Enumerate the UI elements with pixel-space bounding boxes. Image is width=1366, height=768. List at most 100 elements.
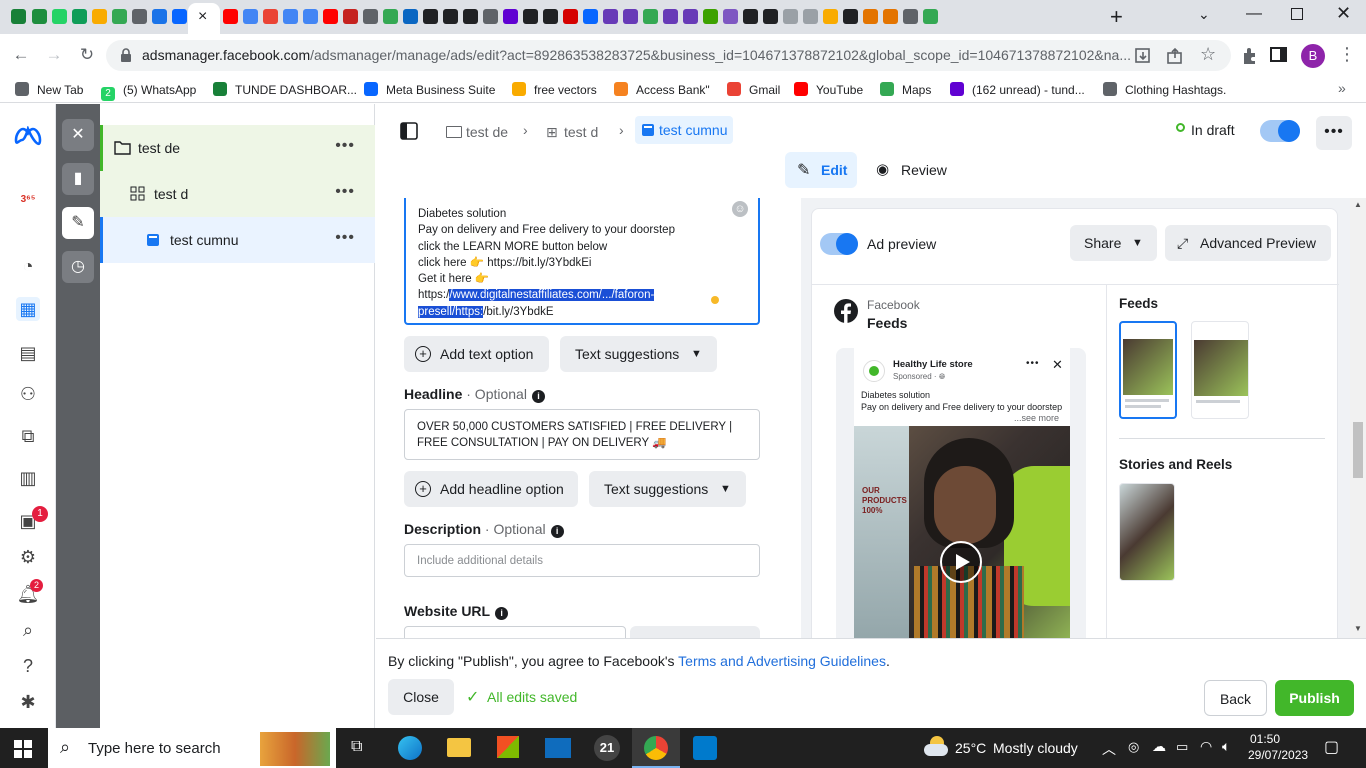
- tab-favicon[interactable]: [823, 9, 838, 24]
- search-icon[interactable]: ⌕: [16, 618, 40, 642]
- bookmark-item[interactable]: free vectors: [512, 82, 597, 98]
- preview-scrollbar[interactable]: ▲ ▼: [1350, 198, 1366, 638]
- text-suggestions-button[interactable]: Text suggestions ▼: [560, 336, 717, 372]
- feeds-thumbnail-1[interactable]: [1119, 321, 1177, 419]
- tab-edit[interactable]: ✎ Edit: [785, 152, 857, 188]
- bookmark-item[interactable]: Gmail: [727, 82, 780, 98]
- tab-favicon[interactable]: [903, 9, 918, 24]
- tab-favicon[interactable]: [683, 9, 698, 24]
- bookmark-item[interactable]: (162 unread) - tund...: [950, 82, 1085, 98]
- tab-favicon[interactable]: [723, 9, 738, 24]
- tab-favicon[interactable]: [583, 9, 598, 24]
- browser-menu-icon[interactable]: ⋮: [1338, 44, 1356, 65]
- scroll-up-icon[interactable]: ▲: [1354, 200, 1362, 209]
- audiences-icon[interactable]: ⚇: [16, 382, 40, 406]
- tab-favicon[interactable]: [403, 9, 418, 24]
- tree-item-adset[interactable]: test d •••: [100, 171, 375, 217]
- history-clock-icon[interactable]: ◷: [62, 251, 94, 283]
- volume-icon[interactable]: 🔈︎: [1222, 738, 1230, 755]
- tab-favicon[interactable]: [663, 9, 678, 24]
- tab-favicon[interactable]: [803, 9, 818, 24]
- ad-on-off-toggle[interactable]: [1260, 120, 1300, 142]
- windows-start-icon[interactable]: [14, 740, 32, 758]
- adset-more-icon[interactable]: •••: [335, 183, 355, 201]
- task-view-icon[interactable]: ⧉: [351, 738, 362, 756]
- clock-date[interactable]: 29/07/2023: [1248, 748, 1308, 762]
- terms-link[interactable]: Terms and Advertising Guidelines: [678, 653, 886, 669]
- weather-temperature[interactable]: 25°C: [955, 740, 986, 756]
- battery-icon[interactable]: ▭: [1176, 739, 1188, 755]
- edit-pencil-icon[interactable]: ✎: [62, 207, 94, 239]
- tab-favicon[interactable]: [343, 9, 358, 24]
- clock-app-icon[interactable]: 21: [594, 735, 620, 761]
- description-field[interactable]: Include additional details: [404, 544, 760, 577]
- share-button[interactable]: Share ▼: [1070, 225, 1157, 261]
- scrollbar-thumb[interactable]: [1353, 422, 1363, 478]
- tab-favicon[interactable]: [172, 9, 187, 24]
- wifi-icon[interactable]: ◠: [1200, 738, 1212, 755]
- tree-item-ad[interactable]: test cumnu •••: [100, 217, 375, 263]
- tab-favicon[interactable]: [92, 9, 107, 24]
- restore-window-icon[interactable]: [1291, 8, 1303, 20]
- 365-beta-app-icon[interactable]: 3⁶⁵: [16, 188, 40, 212]
- emoji-picker-icon[interactable]: ☺: [732, 201, 748, 217]
- tab-favicon[interactable]: [763, 9, 778, 24]
- active-tab[interactable]: ×: [188, 3, 220, 34]
- preview-url-button[interactable]: [630, 626, 760, 638]
- breadcrumb-campaign[interactable]: test de: [446, 122, 508, 144]
- tab-favicon[interactable]: [883, 9, 898, 24]
- bookmark-item[interactable]: Clothing Hashtags.: [1103, 82, 1226, 98]
- bookmark-item[interactable]: Maps: [880, 82, 931, 98]
- tab-favicon[interactable]: [743, 9, 758, 24]
- info-icon[interactable]: i: [550, 525, 564, 538]
- report-bug-icon[interactable]: ✱: [16, 690, 40, 714]
- tab-favicon[interactable]: [132, 9, 147, 24]
- close-editor-icon[interactable]: ✕: [62, 119, 94, 151]
- bookmark-item[interactable]: 2 (5) WhatsApp: [101, 82, 196, 101]
- toggle-sidebar-icon[interactable]: [400, 122, 418, 140]
- tab-favicon[interactable]: [303, 9, 318, 24]
- headline-field[interactable]: OVER 50,000 CUSTOMERS SATISFIED | FREE D…: [404, 409, 760, 460]
- bookmark-item[interactable]: Meta Business Suite: [364, 82, 495, 98]
- tab-search-chevron-icon[interactable]: ⌄: [1198, 6, 1210, 23]
- tree-item-campaign[interactable]: test de •••: [100, 125, 375, 171]
- tab-favicon[interactable]: [783, 9, 798, 24]
- tab-close-icon[interactable]: ×: [198, 8, 207, 26]
- website-url-field[interactable]: [404, 626, 626, 638]
- tab-favicon[interactable]: [443, 9, 458, 24]
- feeds-thumbnail-2[interactable]: [1191, 321, 1249, 419]
- mail-icon[interactable]: [545, 738, 571, 758]
- settings-gear-icon[interactable]: ⚙: [16, 545, 40, 569]
- file-explorer-icon[interactable]: [447, 738, 471, 757]
- weather-description[interactable]: Mostly cloudy: [993, 740, 1078, 756]
- ad-more-icon[interactable]: •••: [335, 229, 355, 247]
- onedrive-cloud-icon[interactable]: ☁: [1152, 738, 1166, 755]
- tab-favicon[interactable]: [223, 9, 238, 24]
- forward-arrow-icon[interactable]: →: [43, 44, 65, 66]
- clock-time[interactable]: 01:50: [1250, 732, 1280, 746]
- taskbar-search-box[interactable]: ⌕ Type here to search: [48, 728, 336, 768]
- reports-icon[interactable]: ▤: [16, 341, 40, 365]
- extensions-puzzle-icon[interactable]: [1240, 45, 1260, 65]
- ad-preview-toggle[interactable]: [820, 233, 858, 255]
- breadcrumb-ad[interactable]: test cumnu: [635, 116, 733, 144]
- meta-logo-icon[interactable]: [13, 126, 43, 146]
- add-headline-option-button[interactable]: + Add headline option: [404, 471, 578, 507]
- tab-favicon[interactable]: [563, 9, 578, 24]
- tab-favicon[interactable]: [283, 9, 298, 24]
- new-tab-button[interactable]: +: [1110, 4, 1123, 30]
- chrome-taskbar-button[interactable]: [632, 728, 680, 768]
- play-button[interactable]: [940, 541, 982, 583]
- campaign-more-icon[interactable]: •••: [335, 137, 355, 155]
- tab-favicon[interactable]: [863, 9, 878, 24]
- post-more-icon[interactable]: •••: [1026, 358, 1040, 369]
- see-more-link[interactable]: ...see more: [1012, 413, 1060, 423]
- side-panel-icon[interactable]: [1270, 46, 1288, 64]
- tab-favicon[interactable]: [703, 9, 718, 24]
- bookmark-star-icon[interactable]: ☆: [1200, 44, 1216, 65]
- bookmark-item[interactable]: Access Bank": [614, 82, 710, 98]
- scroll-down-icon[interactable]: ▼: [1354, 624, 1362, 633]
- tab-favicon[interactable]: [152, 9, 167, 24]
- headline-text-suggestions-button[interactable]: Text suggestions ▼: [589, 471, 746, 507]
- share-page-icon[interactable]: [1166, 47, 1184, 65]
